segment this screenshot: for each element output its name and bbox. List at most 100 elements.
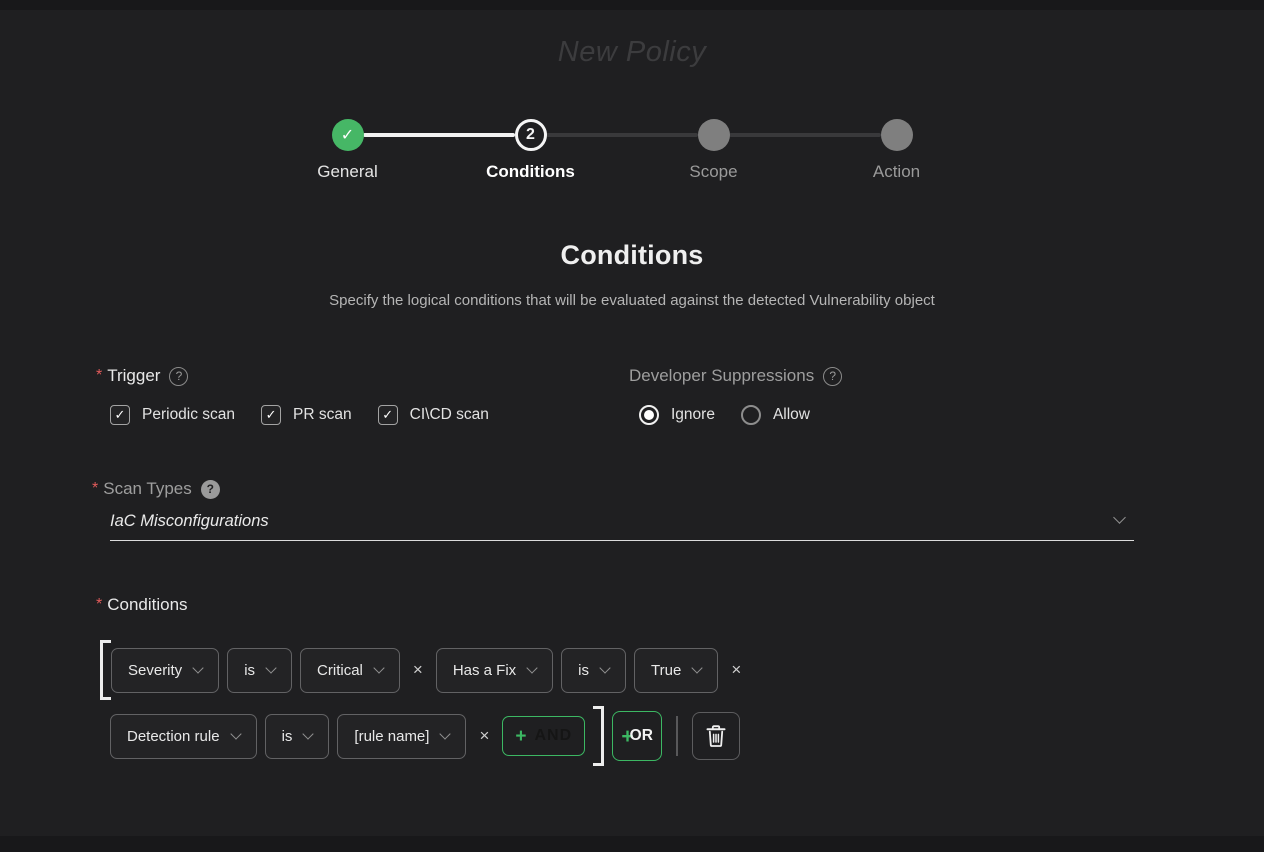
question-glyph: ? (207, 478, 214, 500)
stepper: ✓ General 2 Conditions Scope Action (256, 119, 988, 189)
chevron-down-icon (599, 662, 610, 673)
checkbox-checked-icon: ✓ (261, 405, 281, 425)
remove-clause-button[interactable]: × (413, 660, 423, 680)
trigger-suppressions-row: * Trigger ? ✓ Periodic scan ✓ PR scan ✓ … (96, 365, 1204, 425)
chevron-down-icon (440, 728, 451, 739)
dropdown-value: is (282, 728, 293, 745)
checkbox-periodic-scan[interactable]: ✓ Periodic scan (110, 405, 235, 425)
step-general[interactable]: ✓ General (256, 119, 439, 182)
window-bottom-edge (0, 836, 1264, 852)
condition-operator-dropdown[interactable]: is (227, 648, 292, 693)
dropdown-value: [rule name] (354, 728, 429, 745)
section-title: Conditions (0, 240, 1264, 271)
step-label-general: General (317, 162, 377, 182)
checkbox-label: PR scan (293, 406, 352, 424)
step-label-scope: Scope (689, 162, 737, 182)
condition-operator-dropdown[interactable]: is (265, 714, 330, 759)
remove-clause-button[interactable]: × (479, 726, 489, 746)
step-label-conditions: Conditions (486, 162, 575, 182)
scan-types-label: Scan Types (103, 478, 192, 500)
conditions-label: Conditions (107, 594, 187, 616)
step-scope[interactable]: Scope (622, 119, 805, 182)
radio-ignore[interactable]: Ignore (639, 405, 715, 425)
check-glyph: ✓ (382, 407, 393, 423)
radio-unselected-icon (741, 405, 761, 425)
plus-icon: + (515, 727, 526, 746)
condition-row: Severity is Critical × Has a Fix is Tru (100, 640, 746, 700)
checkbox-label: Periodic scan (142, 406, 235, 424)
trigger-group: * Trigger ? ✓ Periodic scan ✓ PR scan ✓ … (96, 365, 629, 425)
page-title: New Policy (0, 36, 1264, 69)
chevron-down-icon (527, 662, 538, 673)
dropdown-value: Critical (317, 662, 363, 679)
condition-operator-dropdown[interactable]: is (561, 648, 626, 693)
scan-types-value: IaC Misconfigurations (110, 512, 269, 530)
check-glyph: ✓ (115, 407, 126, 423)
question-glyph: ? (829, 365, 836, 387)
remove-clause-button[interactable]: × (731, 660, 741, 680)
chevron-down-icon (373, 662, 384, 673)
check-glyph: ✓ (341, 125, 354, 145)
radio-label: Allow (773, 406, 810, 424)
condition-field-dropdown[interactable]: Detection rule (110, 714, 257, 759)
chevron-down-icon (265, 662, 276, 673)
radio-label: Ignore (671, 406, 715, 424)
step-label-action: Action (873, 162, 920, 182)
scan-types-group: * Scan Types ? IaC Misconfigurations (92, 478, 1134, 541)
step-dot (698, 119, 730, 151)
dropdown-value: Has a Fix (453, 662, 516, 679)
condition-field-dropdown[interactable]: Severity (111, 648, 219, 693)
developer-suppressions-label: Developer Suppressions (629, 365, 814, 387)
help-icon[interactable]: ? (169, 367, 188, 386)
checkbox-checked-icon: ✓ (378, 405, 398, 425)
trigger-label: Trigger (107, 365, 160, 387)
dropdown-value: Detection rule (127, 728, 220, 745)
required-asterisk: * (96, 365, 102, 387)
checkbox-cicd-scan[interactable]: ✓ CI\CD scan (378, 405, 489, 425)
chevron-down-icon (303, 728, 314, 739)
help-icon[interactable]: ? (823, 367, 842, 386)
check-icon: ✓ (332, 119, 364, 151)
condition-field-dropdown[interactable]: Has a Fix (436, 648, 553, 693)
check-glyph: ✓ (266, 407, 277, 423)
condition-value-dropdown[interactable]: True (634, 648, 718, 693)
developer-suppressions-group: Developer Suppressions ? Ignore Allow (629, 365, 842, 425)
chevron-down-icon (230, 728, 241, 739)
condition-value-dropdown[interactable]: [rule name] (337, 714, 466, 759)
checkbox-checked-icon: ✓ (110, 405, 130, 425)
checkbox-label: CI\CD scan (410, 406, 489, 424)
add-and-condition-button[interactable]: + AND (502, 716, 585, 756)
group-bracket-close (593, 706, 604, 766)
new-policy-wizard: New Policy ✓ General 2 Conditions Scope … (0, 0, 1264, 852)
radio-allow[interactable]: Allow (741, 405, 810, 425)
required-asterisk: * (96, 594, 102, 616)
condition-row: Detection rule is [rule name] × + AND + … (110, 706, 746, 766)
checkbox-pr-scan[interactable]: ✓ PR scan (261, 405, 352, 425)
or-label: OR (630, 727, 653, 745)
required-asterisk: * (92, 478, 98, 500)
dropdown-value: is (578, 662, 589, 679)
help-icon[interactable]: ? (201, 480, 220, 499)
trash-icon (704, 723, 728, 749)
group-bracket-open (100, 640, 111, 700)
delete-condition-group-button[interactable] (692, 712, 740, 760)
dropdown-value: Severity (128, 662, 182, 679)
section-subtitle: Specify the logical conditions that will… (0, 292, 1264, 309)
conditions-builder: * Conditions Severity is Critical × Has … (96, 594, 746, 766)
chevron-down-icon (193, 662, 204, 673)
step-action[interactable]: Action (805, 119, 988, 182)
condition-value-dropdown[interactable]: Critical (300, 648, 400, 693)
question-glyph: ? (176, 365, 183, 387)
add-or-condition-button[interactable]: + OR (612, 711, 662, 761)
step-dot (881, 119, 913, 151)
window-top-edge (0, 0, 1264, 10)
scan-types-select[interactable]: IaC Misconfigurations (110, 512, 1134, 541)
step-number-badge: 2 (515, 119, 547, 151)
chevron-down-icon (1113, 511, 1126, 524)
step-number: 2 (526, 126, 535, 144)
step-conditions[interactable]: 2 Conditions (439, 119, 622, 182)
vertical-divider (676, 716, 678, 756)
dropdown-value: is (244, 662, 255, 679)
chevron-down-icon (692, 662, 703, 673)
radio-selected-icon (639, 405, 659, 425)
